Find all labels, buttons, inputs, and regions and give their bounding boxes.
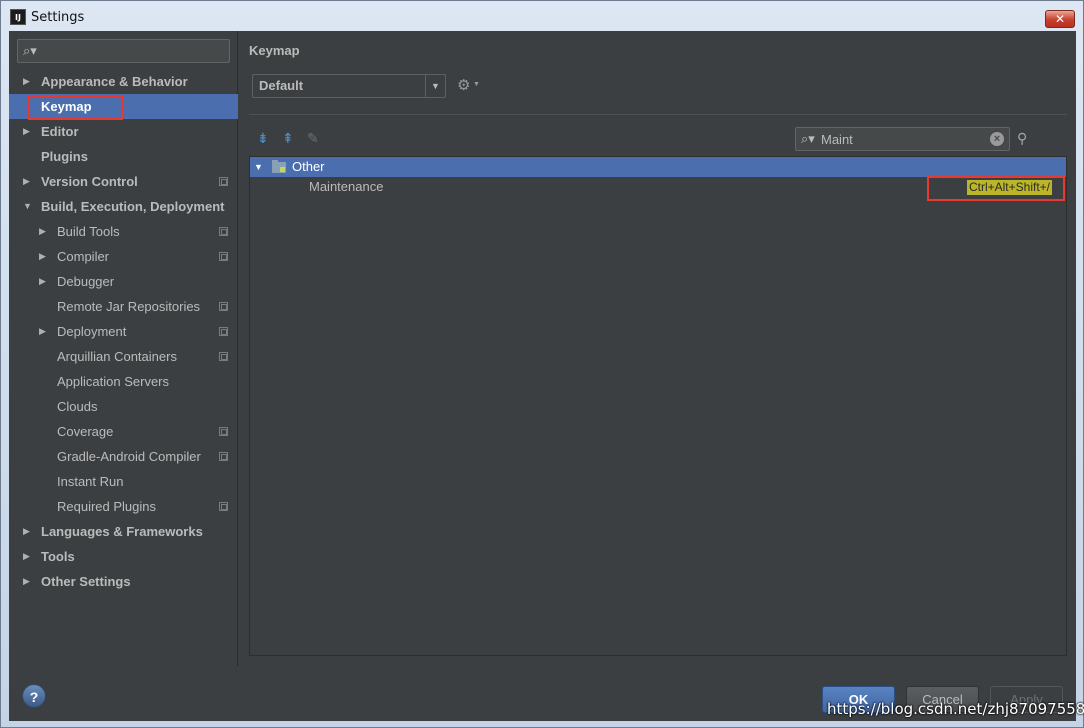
sidebar-item-label: Clouds xyxy=(57,399,98,414)
collapse-all-icon[interactable]: ⇞ xyxy=(282,130,294,147)
sidebar-item-build-tools[interactable]: ▶ Build Tools xyxy=(9,219,238,244)
sidebar-item-label: Appearance & Behavior xyxy=(41,74,188,89)
project-level-icon xyxy=(219,452,228,461)
tree-group-label: Other xyxy=(292,159,325,174)
sidebar-item-label: Coverage xyxy=(57,424,114,439)
arrow-right-icon[interactable]: ▶ xyxy=(23,544,30,569)
sidebar-item-label: Build, Execution, Deployment xyxy=(41,199,225,214)
sidebar-item-editor[interactable]: ▶ Editor xyxy=(9,119,238,144)
sidebar-item-label: Deployment xyxy=(57,324,127,339)
folder-icon xyxy=(272,160,286,173)
arrow-down-icon[interactable]: ▼ xyxy=(254,157,263,177)
sidebar-item-application-servers[interactable]: Application Servers xyxy=(9,369,238,394)
settings-window: IJ Settings ✕ ⌕▾ ▶ Appearance & Behavior K… xyxy=(0,0,1084,728)
sidebar-item-build-execution-deployment[interactable]: ▼ Build, Execution, Deployment xyxy=(9,194,238,219)
keymap-search-input[interactable]: ⌕▾ Maint × xyxy=(795,127,1010,151)
title-bar: IJ Settings ✕ xyxy=(1,1,1083,31)
search-icon: ⌕▾ xyxy=(23,43,37,58)
sidebar-item-compiler[interactable]: ▶ Compiler xyxy=(9,244,238,269)
sidebar-item-clouds[interactable]: Clouds xyxy=(9,394,238,419)
keymap-search-value: Maint xyxy=(821,132,853,147)
arrow-right-icon[interactable]: ▶ xyxy=(23,69,30,94)
sidebar-item-appearance-behavior[interactable]: ▶ Appearance & Behavior xyxy=(9,69,238,94)
sidebar-item-required-plugins[interactable]: Required Plugins xyxy=(9,494,238,519)
keymap-action-tree: ▼ Other Maintenance Ctrl+Alt+Shift+/ xyxy=(249,156,1067,656)
sidebar-item-version-control[interactable]: ▶ Version Control xyxy=(9,169,238,194)
sidebar-item-label: Other Settings xyxy=(41,574,131,589)
keymap-scheme-select[interactable]: Default ▼ xyxy=(252,74,446,98)
chevron-down-icon: ▼ xyxy=(425,75,445,97)
window-title: Settings xyxy=(31,10,85,25)
sidebar-item-label: Build Tools xyxy=(57,224,120,239)
arrow-right-icon[interactable]: ▶ xyxy=(23,569,30,594)
project-level-icon xyxy=(219,327,228,336)
sidebar-item-label: Arquillian Containers xyxy=(57,349,177,364)
project-level-icon xyxy=(219,427,228,436)
divider xyxy=(249,114,1067,115)
chevron-down-icon: ▼ xyxy=(473,81,480,88)
arrow-down-icon[interactable]: ▼ xyxy=(23,194,32,219)
sidebar-item-instant-run[interactable]: Instant Run xyxy=(9,469,238,494)
sidebar-item-other-settings[interactable]: ▶ Other Settings xyxy=(9,569,238,594)
sidebar-item-label: Application Servers xyxy=(57,374,169,389)
project-level-icon xyxy=(219,302,228,311)
project-level-icon xyxy=(219,352,228,361)
sidebar-item-tools[interactable]: ▶ Tools xyxy=(9,544,238,569)
settings-client-area: ⌕▾ ▶ Appearance & Behavior Keymap ▶ Editor Pl… xyxy=(9,31,1076,721)
arrow-right-icon[interactable]: ▶ xyxy=(39,244,46,269)
clear-search-icon[interactable]: × xyxy=(990,132,1004,146)
sidebar-item-label: Required Plugins xyxy=(57,499,157,514)
watermark-text: https://blog.csdn.net/zhj870975587 xyxy=(827,700,1084,718)
arrow-right-icon[interactable]: ▶ xyxy=(23,169,30,194)
settings-search-input[interactable]: ⌕▾ xyxy=(17,39,230,63)
help-icon[interactable]: ? xyxy=(22,684,46,708)
expand-all-icon[interactable]: ⇟ xyxy=(257,130,269,147)
settings-tree: ▶ Appearance & Behavior Keymap ▶ Editor Plugi… xyxy=(9,69,238,594)
sidebar-item-label: Languages & Frameworks xyxy=(41,524,203,539)
sidebar-item-arquillian-containers[interactable]: Arquillian Containers xyxy=(9,344,238,369)
sidebar-item-label: Tools xyxy=(41,549,75,564)
search-icon: ⌕▾ xyxy=(801,131,815,146)
sidebar-item-deployment[interactable]: ▶ Deployment xyxy=(9,319,238,344)
find-by-shortcut-icon[interactable]: ⚲ xyxy=(1017,130,1027,147)
annotation-highlight-shortcut xyxy=(927,176,1065,201)
annotation-highlight-keymap xyxy=(28,96,123,120)
sidebar-item-label: Gradle-Android Compiler xyxy=(57,449,201,464)
settings-sidebar: ⌕▾ ▶ Appearance & Behavior Keymap ▶ Editor Pl… xyxy=(9,31,238,666)
project-level-icon xyxy=(219,252,228,261)
arrow-right-icon[interactable]: ▶ xyxy=(39,269,46,294)
tree-group-other[interactable]: ▼ Other xyxy=(250,157,1066,177)
sidebar-item-plugins[interactable]: Plugins xyxy=(9,144,238,169)
sidebar-item-coverage[interactable]: Coverage xyxy=(9,419,238,444)
sidebar-item-languages-frameworks[interactable]: ▶ Languages & Frameworks xyxy=(9,519,238,544)
page-title: Keymap xyxy=(249,43,300,58)
sidebar-item-label: Instant Run xyxy=(57,474,124,489)
sidebar-item-label: Debugger xyxy=(57,274,115,289)
project-level-icon xyxy=(219,177,228,186)
project-level-icon xyxy=(219,227,228,236)
sidebar-item-debugger[interactable]: ▶ Debugger xyxy=(9,269,238,294)
sidebar-item-label: Version Control xyxy=(41,174,138,189)
arrow-right-icon[interactable]: ▶ xyxy=(39,319,46,344)
arrow-right-icon[interactable]: ▶ xyxy=(23,519,30,544)
gear-icon[interactable]: ⚙ xyxy=(457,76,470,94)
keymap-panel: Keymap Default ▼ ⚙ ▼ ⇟ ⇞ ✎ ⌕▾ Maint × ⚲ … xyxy=(239,31,1076,666)
sidebar-item-label: Remote Jar Repositories xyxy=(57,299,201,314)
arrow-right-icon[interactable]: ▶ xyxy=(23,119,30,144)
sidebar-item-label: Compiler xyxy=(57,249,110,264)
intellij-app-icon: IJ xyxy=(10,9,26,25)
project-level-icon xyxy=(219,502,228,511)
action-label: Maintenance xyxy=(309,179,384,194)
sidebar-item-label: Plugins xyxy=(41,149,88,164)
sidebar-item-remote-jar-repositories[interactable]: Remote Jar Repositories xyxy=(9,294,238,319)
arrow-right-icon[interactable]: ▶ xyxy=(39,219,46,244)
keymap-scheme-value: Default xyxy=(259,78,304,93)
edit-icon[interactable]: ✎ xyxy=(307,130,319,147)
sidebar-item-label: Editor xyxy=(41,124,79,139)
close-window-button[interactable]: ✕ xyxy=(1045,10,1075,28)
sidebar-item-gradle-android-compiler[interactable]: Gradle-Android Compiler xyxy=(9,444,238,469)
